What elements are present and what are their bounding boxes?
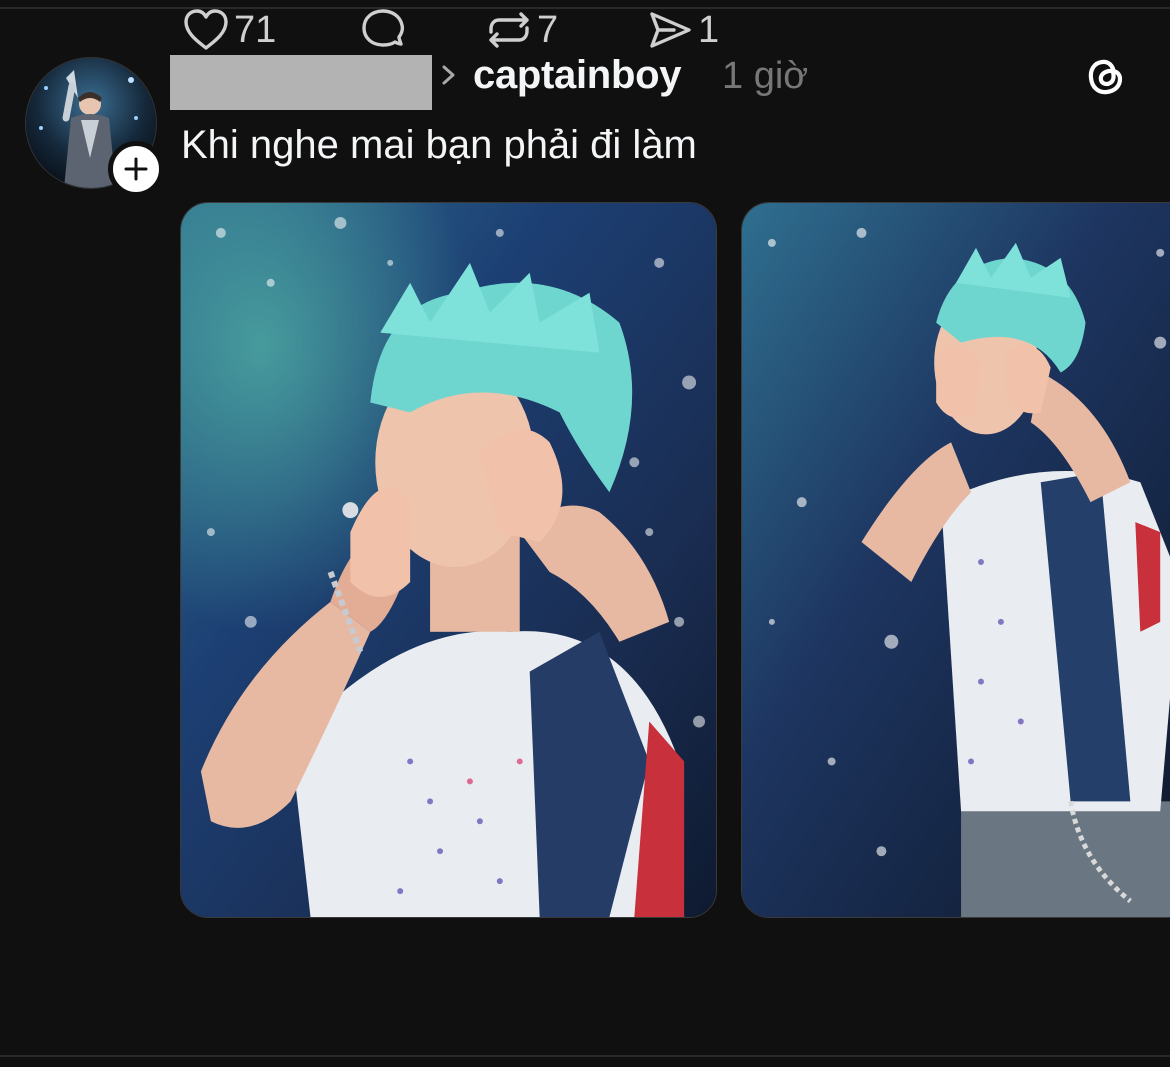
chevron-right-icon — [442, 65, 455, 85]
like-button[interactable]: 71 — [180, 0, 276, 60]
speech-bubble-icon — [362, 9, 405, 47]
repost-button[interactable]: 7 — [483, 0, 558, 60]
top-divider — [0, 7, 1170, 9]
share-count: 1 — [698, 9, 720, 51]
post-caption: Khi nghe mai bạn phải đi làm — [181, 123, 697, 167]
like-count: 71 — [234, 9, 277, 51]
follow-button[interactable] — [108, 141, 164, 197]
post-photo[interactable] — [180, 202, 717, 918]
reply-button[interactable] — [357, 0, 411, 60]
threads-logo-icon[interactable] — [1083, 53, 1129, 99]
heart-icon — [184, 9, 228, 50]
send-icon — [650, 12, 691, 48]
media-carousel[interactable] — [180, 202, 1170, 918]
bottom-divider — [0, 1055, 1170, 1057]
repost-icon — [489, 12, 529, 48]
repost-count: 7 — [537, 9, 559, 51]
redacted-username — [170, 55, 432, 110]
plus-icon — [124, 157, 148, 181]
post-time: 1 giờ — [722, 55, 809, 97]
post-photo[interactable] — [741, 202, 1170, 918]
share-button[interactable]: 1 — [644, 0, 719, 60]
